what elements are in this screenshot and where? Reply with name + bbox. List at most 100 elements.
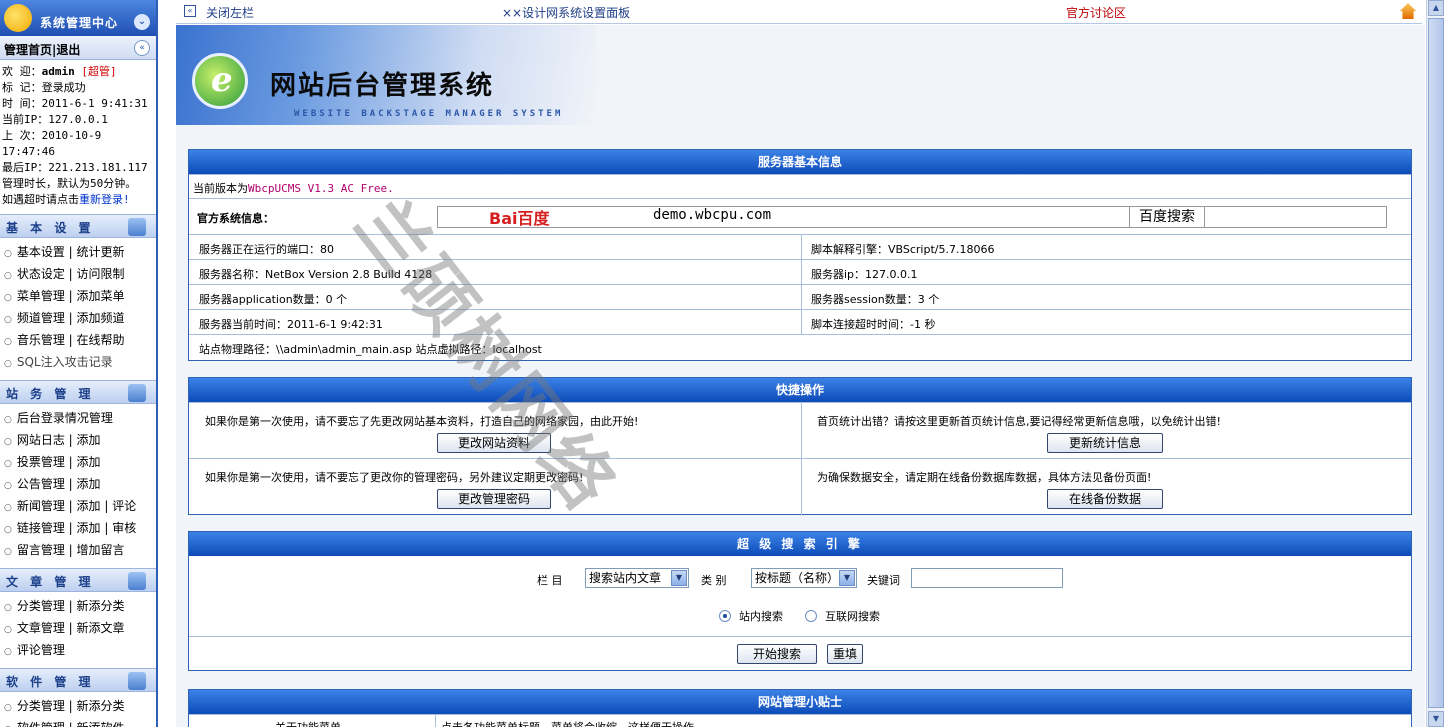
quick-ops-panel: 快捷操作 如果你是第一次使用，请不要忘了先更改网站基本资料，打造自己的网络家园，… [188,377,1412,515]
vertical-scrollbar[interactable]: ▲ ▼ [1426,0,1444,727]
close-sidebar-icon[interactable]: « [184,5,196,17]
broom-icon [128,384,146,402]
scroll-down-icon[interactable]: ▼ [1428,711,1444,727]
application-count: 服务器application数量：0 个 [199,293,348,306]
scroll-up-icon[interactable]: ▲ [1428,0,1444,16]
baidu-search-button[interactable]: 百度搜索 [1129,207,1205,227]
scroll-thumb[interactable] [1428,18,1444,708]
section-site-affairs[interactable]: 站 务 管 理 [0,380,156,404]
home-logout-links[interactable]: 管理首页|退出 [4,41,80,58]
close-sidebar-link[interactable]: 关闭左栏 [206,4,254,21]
chevron-down-icon: ▼ [839,570,855,586]
tips-row-text: 点击各功能菜单标题，菜单将会收缩，这样便于操作 [441,719,694,727]
quick-op-text: 如果你是第一次使用，请不要忘了先更改网站基本资料，打造自己的网络家园，由此开始! [205,415,639,428]
script-timeout: 脚本连接超时时间：-1 秒 [811,318,936,331]
menu-item[interactable]: 后台登录情况管理 [4,408,156,430]
menu-item[interactable]: 链接管理 | 添加 | 审核 [4,518,156,540]
menu-item[interactable]: 软件管理 | 新添软件 [4,718,156,727]
official-info-label: 官方系统信息： [197,212,274,225]
edit-site-info-button[interactable]: 更改网站资料 [437,433,551,453]
collapse-left-icon[interactable]: « [134,40,150,56]
column-select[interactable]: 搜索站内文章 ▼ [585,568,689,588]
quick-op-text: 如果你是第一次使用，请不要忘了更改你的管理密码，另外建议定期更改密码! [205,471,584,484]
quick-op-text: 为确保数据安全，请定期在线备份数据库数据，具体方法见备份页面! [817,471,1152,484]
menu-item[interactable]: 音乐管理 | 在线帮助 [4,330,156,352]
menu-item[interactable]: 留言管理 | 增加留言 [4,540,156,562]
last-login: 上 次：2010-10-9 17:47:46 [2,129,102,158]
menu-site-affairs: 后台登录情况管理 网站日志 | 添加 投票管理 | 添加 公告管理 | 添加 新… [0,404,156,562]
menu-item[interactable]: 文章管理 | 新添文章 [4,618,156,640]
session-duration: 管理时长，默认为50分钟。 [2,177,137,190]
section-article-management[interactable]: 文 章 管 理 [0,568,156,592]
tips-panel: 网站管理小贴士 关于功能菜单 点击各功能菜单标题，菜单将会收缩，这样便于操作 [188,689,1412,727]
welcome-user: admin [41,65,75,78]
update-stats-button[interactable]: 更新统计信息 [1047,433,1163,453]
sidebar-header: 系统管理中心 ⌄ [0,0,156,36]
menu-item[interactable]: 频道管理 | 添加频道 [4,308,156,330]
menu-item[interactable]: 网站日志 | 添加 [4,430,156,452]
baidu-logo: Bai百度 [489,209,550,228]
menu-item[interactable]: 分类管理 | 新添分类 [4,696,156,718]
panel-title: ××设计网系统设置面板 [502,6,631,20]
tips-row-label: 关于功能菜单 [275,719,341,727]
type-select[interactable]: 按标题（名称） ▼ [751,568,857,588]
top-bar: « 关闭左栏 ××设计网系统设置面板 官方讨论区 [176,0,1422,24]
online-backup-button[interactable]: 在线备份数据 [1047,489,1163,509]
last-ip: 最后IP：221.213.181.117 [2,161,148,174]
super-search-header: 超 级 搜 索 引 擎 [189,532,1411,556]
menu-basic-settings: 基本设置 | 统计更新 状态设定 | 访问限制 菜单管理 | 添加菜单 频道管理… [0,238,156,374]
menu-item[interactable]: 菜单管理 | 添加菜单 [4,286,156,308]
menu-item[interactable]: 新闻管理 | 添加 | 评论 [4,496,156,518]
radio-site-search[interactable]: 站内搜索 [719,608,783,624]
column-label: 栏 目 [537,574,563,587]
software-icon [128,672,146,690]
quick-op-text: 首页统计出错？请按这里更新首页统计信息,要记得经常更新信息哦，以免统计出错! [817,415,1221,428]
site-paths: 站点物理路径：\\admin\admin_main.asp 站点虚拟路径：loc… [199,343,542,356]
change-password-button[interactable]: 更改管理密码 [437,489,551,509]
main-content: 网站后台管理系统 WEBSITE BACKSTAGE MANAGER SYSTE… [176,25,1425,727]
reset-button[interactable]: 重填 [827,644,863,664]
radio-icon [719,610,731,622]
server-time: 服务器当前时间：2011-6-1 9:42:31 [199,318,383,331]
keyword-input[interactable] [911,568,1063,588]
section-software-management[interactable]: 软 件 管 理 [0,668,156,692]
sidebar-home-bar: 管理首页|退出 « [0,36,156,60]
brand-title: 网站后台管理系统 [270,71,495,101]
sidebar: 系统管理中心 ⌄ 管理首页|退出 « 欢 迎：admin [超管] 标 记：登录… [0,0,158,727]
keyword-label: 关键词 [867,574,900,587]
server-info-header: 服务器基本信息 [189,150,1411,174]
menu-item[interactable]: 投票管理 | 添加 [4,452,156,474]
home-icon[interactable] [1400,3,1416,19]
menu-item[interactable]: SQL注入攻击记录 [4,352,156,374]
magnifier-icon [128,572,146,590]
start-search-button[interactable]: 开始搜索 [737,644,817,664]
current-ip: 当前IP：127.0.0.1 [2,113,108,126]
super-search-panel: 超 级 搜 索 引 擎 栏 目 搜索站内文章 ▼ 类 别 按标题（名称） ▼ 关键词… [188,531,1412,671]
server-ip: 服务器ip：127.0.0.1 [811,268,918,281]
relogin-link[interactable]: 重新登录! [79,193,130,206]
menu-article-management: 分类管理 | 新添分类 文章管理 | 新添文章 评论管理 [0,592,156,662]
baidu-search-input[interactable]: demo.wbcpu.com [649,207,1119,227]
server-name: 服务器名称：NetBox Version 2.8 Build 4128 [199,268,433,281]
chevron-down-icon: ▼ [671,570,687,586]
settings-icon [128,218,146,236]
menu-item[interactable]: 分类管理 | 新添分类 [4,596,156,618]
menu-item[interactable]: 状态设定 | 访问限制 [4,264,156,286]
version-value: WbcpUCMS V1.3 AC Free. [248,182,394,195]
radio-web-search[interactable]: 互联网搜索 [805,608,880,624]
session-count: 服务器session数量：3 个 [811,293,940,306]
menu-software-management: 分类管理 | 新添分类 软件管理 | 新添软件 [0,692,156,727]
collapse-all-icon[interactable]: ⌄ [134,14,150,30]
forum-link[interactable]: 官方讨论区 [1066,4,1126,21]
script-engine: 脚本解释引擎：VBScript/5.7.18066 [811,243,995,256]
login-time: 时 间：2011-6-1 9:41:31 [2,97,148,110]
server-info-panel: 服务器基本信息 当前版本为WbcpUCMS V1.3 AC Free. 官方系统… [188,149,1412,361]
tips-header: 网站管理小贴士 [189,690,1411,714]
menu-item[interactable]: 公告管理 | 添加 [4,474,156,496]
radio-icon [805,610,817,622]
section-basic-settings[interactable]: 基 本 设 置 [0,214,156,238]
menu-item[interactable]: 评论管理 [4,640,156,662]
login-mark: 标 记：登录成功 [2,81,86,94]
type-label: 类 别 [701,574,727,587]
menu-item[interactable]: 基本设置 | 统计更新 [4,242,156,264]
